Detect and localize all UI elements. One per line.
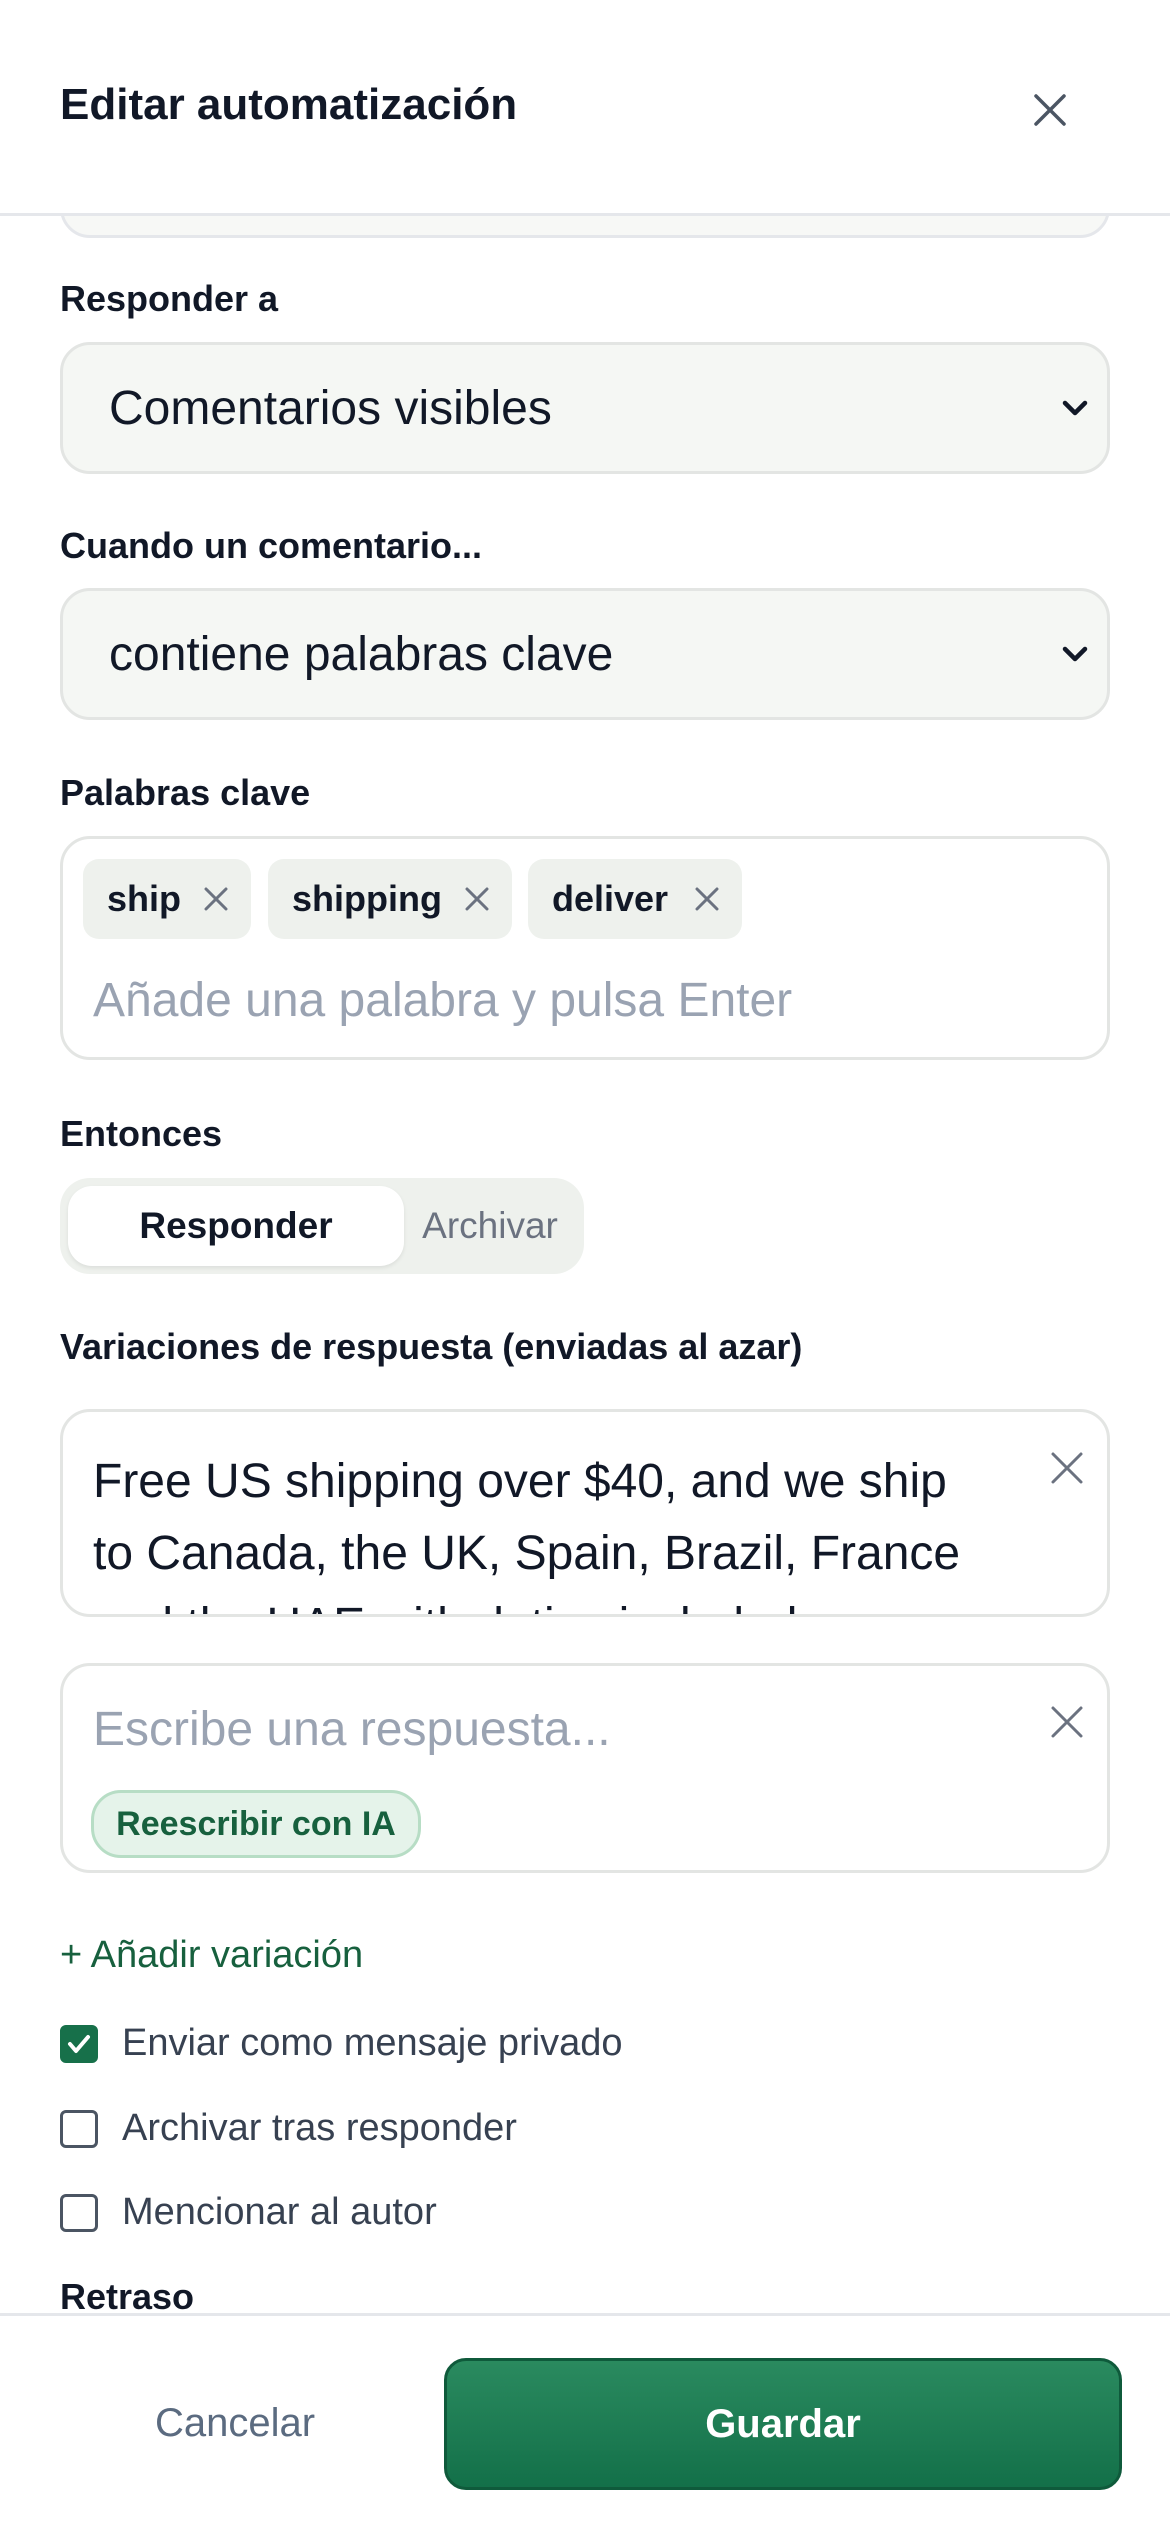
remove-chip-icon[interactable]	[201, 884, 231, 914]
add-variation-link[interactable]: + Añadir variación	[60, 1934, 363, 1977]
chevron-down-icon	[1062, 646, 1088, 662]
action-toggle: Responder Archivar	[60, 1178, 584, 1274]
action-option-archive[interactable]: Archivar	[404, 1186, 576, 1266]
option-private-message[interactable]: Enviar como mensaje privado	[60, 2022, 623, 2065]
option-label: Mencionar al autor	[122, 2191, 437, 2233]
respond-to-label: Responder a	[60, 278, 279, 319]
checkbox[interactable]	[60, 2109, 98, 2148]
respond-to-select[interactable]: Comentarios visibles	[60, 342, 1110, 474]
close-button[interactable]	[1025, 85, 1075, 135]
trigger-select[interactable]: contiene palabras clave	[60, 588, 1110, 720]
keyword-chip-label: shipping	[292, 878, 442, 919]
modal-footer: Cancelar Guardar	[0, 2313, 1170, 2532]
keyword-chip-label: deliver	[552, 878, 669, 919]
keyword-input[interactable]	[93, 967, 1073, 1033]
response-text[interactable]: Free US shipping over $40, and we ship t…	[93, 1446, 993, 1614]
action-option-respond[interactable]: Responder	[68, 1186, 404, 1266]
trigger-label: Cuando un comentario...	[60, 525, 483, 566]
remove-variation-icon[interactable]	[1047, 1448, 1087, 1488]
remove-chip-icon[interactable]	[692, 884, 722, 914]
check-icon	[68, 2034, 90, 2053]
keyword-chip: ship	[83, 859, 251, 939]
trigger-value: contiene palabras clave	[109, 627, 614, 681]
response-placeholder[interactable]: Escribe una respuesta...	[93, 1702, 611, 1757]
close-icon	[1034, 94, 1066, 126]
keyword-chip: shipping	[268, 859, 512, 939]
remove-variation-icon[interactable]	[1047, 1702, 1087, 1742]
keyword-chip: deliver	[528, 859, 742, 939]
respond-to-value: Comentarios visibles	[109, 381, 552, 435]
checkbox-checked[interactable]	[60, 2024, 98, 2063]
response-variation[interactable]: Escribe una respuesta... Reescribir con …	[60, 1663, 1110, 1873]
option-mention-author[interactable]: Mencionar al autor	[60, 2191, 437, 2234]
save-button[interactable]: Guardar	[444, 2358, 1122, 2490]
chevron-down-icon	[1062, 400, 1088, 416]
option-label: Archivar tras responder	[122, 2107, 517, 2149]
keywords-field[interactable]: ship shipping deliver	[60, 836, 1110, 1060]
previous-field[interactable]	[60, 216, 1110, 238]
checkbox[interactable]	[60, 2193, 98, 2232]
keyword-chip-label: ship	[107, 878, 182, 919]
response-variation[interactable]: Free US shipping over $40, and we ship t…	[60, 1409, 1110, 1617]
remove-chip-icon[interactable]	[462, 884, 492, 914]
resize-handle-icon[interactable]	[1097, 1860, 1107, 1870]
modal-title: Editar automatización	[60, 80, 518, 129]
option-label: Enviar como mensaje privado	[122, 2022, 623, 2064]
modal-body[interactable]: Responder a Comentarios visibles Cuando …	[0, 216, 1170, 2313]
modal-header: Editar automatización	[0, 0, 1170, 216]
delay-label: Retraso	[60, 2276, 195, 2313]
option-archive-after[interactable]: Archivar tras responder	[60, 2107, 517, 2150]
cancel-button[interactable]: Cancelar	[60, 2358, 410, 2488]
action-label: Entonces	[60, 1113, 223, 1154]
variations-label: Variaciones de respuesta (enviadas al az…	[60, 1326, 803, 1367]
resize-handle-icon[interactable]	[1097, 1604, 1107, 1614]
keywords-label: Palabras clave	[60, 772, 311, 813]
rewrite-ai-button[interactable]: Reescribir con IA	[91, 1790, 421, 1858]
